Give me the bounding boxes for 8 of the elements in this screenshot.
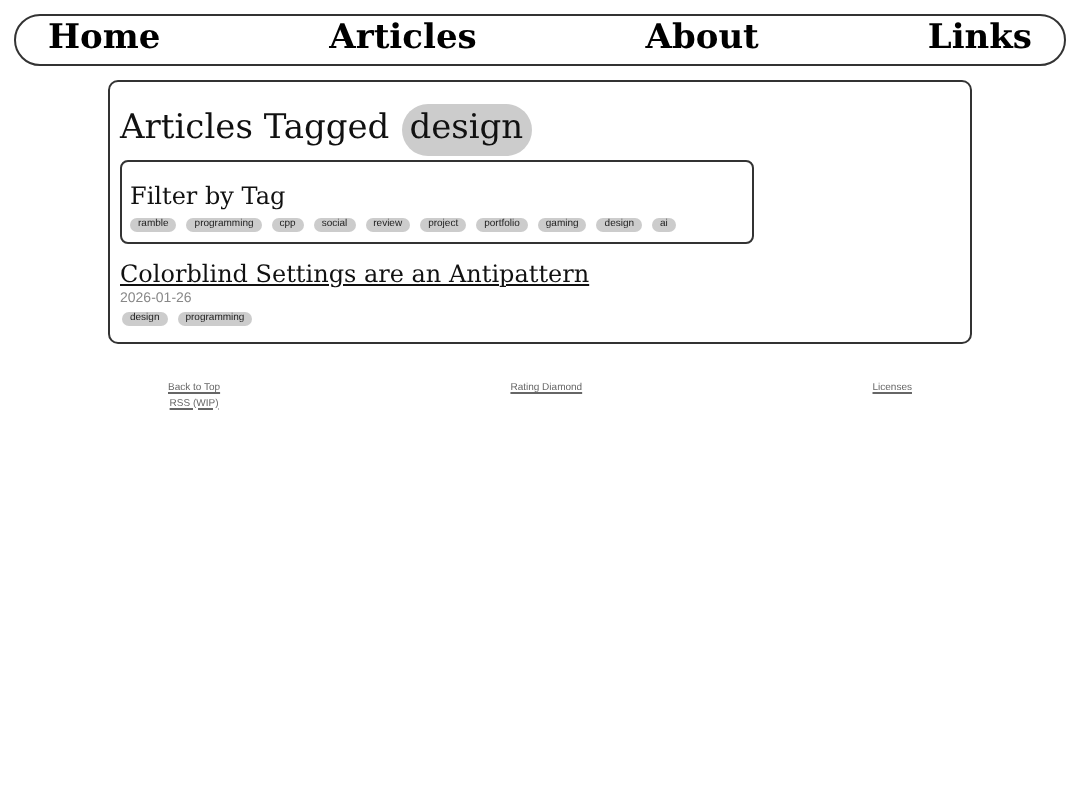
page-heading: Articles Tagged: [120, 106, 390, 152]
tag-chip: design: [401, 104, 532, 155]
article-link[interactable]: Colorblind Settings are an Antipattern: [120, 259, 960, 287]
nav-link[interactable]: Articles: [329, 14, 477, 66]
nav-link[interactable]: Home: [48, 14, 161, 66]
filter-title: Filter by Tag: [130, 181, 288, 209]
nav-link[interactable]: About: [645, 14, 759, 66]
nav-link[interactable]: Links: [927, 14, 1032, 66]
